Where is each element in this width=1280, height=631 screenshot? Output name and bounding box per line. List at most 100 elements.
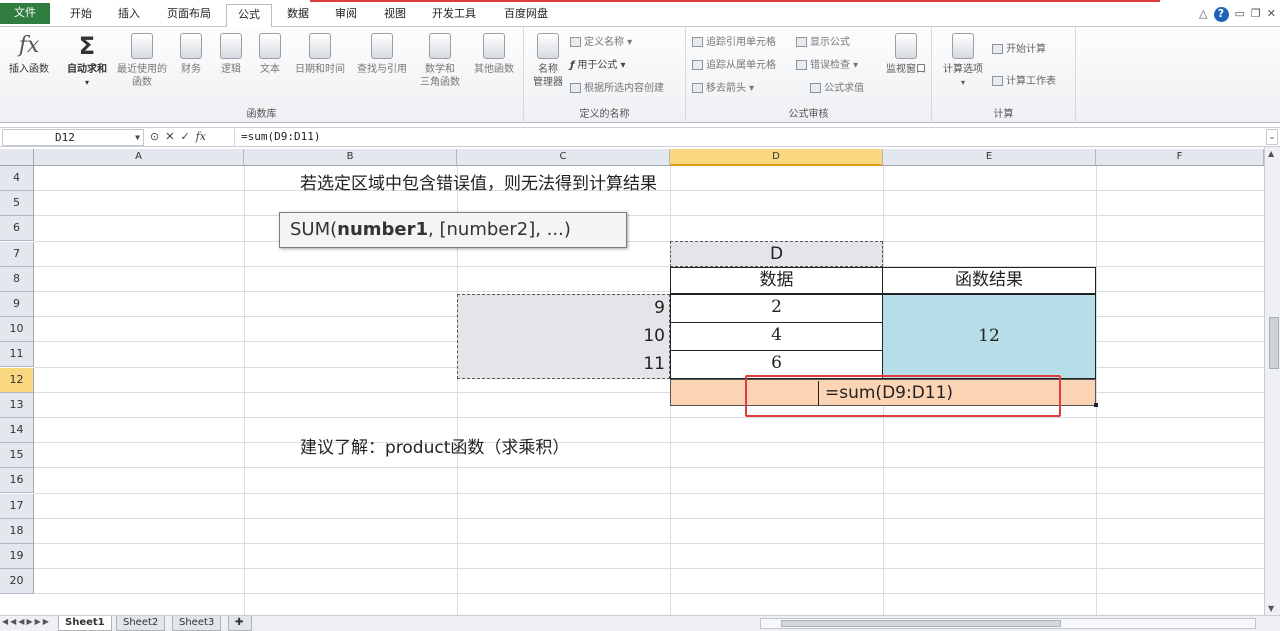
math-trig-button[interactable]: 数学和 三角函数 [414, 33, 466, 89]
cell-C9[interactable]: 9 [457, 296, 665, 321]
show-formulas-button[interactable]: 显示公式 [796, 36, 850, 50]
cell-E9-result[interactable]: 12 [882, 294, 1096, 379]
row-header-6[interactable]: 6 [0, 216, 34, 242]
cell-E8-result-header[interactable]: 函数结果 [882, 267, 1096, 294]
column-header-F[interactable]: F [1096, 149, 1264, 166]
row-header-14[interactable]: 14 [0, 418, 34, 443]
row-header-13[interactable]: 13 [0, 392, 34, 418]
use-in-formula-button[interactable]: ƒ 用于公式 ▾ [570, 59, 626, 73]
tab-formulas[interactable]: 公式 [226, 4, 272, 28]
row-header-9[interactable]: 9 [0, 292, 34, 317]
row-header-11[interactable]: 11 [0, 342, 34, 368]
row-header-8[interactable]: 8 [0, 266, 34, 292]
sheet-tab-1[interactable]: Sheet1 [58, 616, 112, 631]
calc-sheet-button[interactable]: 计算工作表 [992, 75, 1056, 89]
sheet-tab-2[interactable]: Sheet2 [116, 616, 166, 631]
text-button[interactable]: 文本 [254, 33, 286, 76]
row-header-18[interactable]: 18 [0, 518, 34, 544]
cell-C11[interactable]: 11 [457, 352, 665, 377]
column-header-D[interactable]: D [670, 149, 883, 166]
cell-D8-data-header[interactable]: 数据 [670, 267, 883, 294]
create-from-selection-button[interactable]: 根据所选内容创建 [570, 82, 664, 96]
select-all-button[interactable] [0, 149, 34, 166]
tab-view[interactable]: 视图 [372, 4, 418, 26]
row-header-12[interactable]: 12 [0, 367, 34, 393]
horizontal-scrollbar[interactable] [760, 618, 1256, 629]
vertical-scrollbar[interactable]: ▲ ▼ [1264, 147, 1280, 615]
autosum-button[interactable]: Σ 自动求和 ▾ [62, 33, 112, 89]
tab-review[interactable]: 审阅 [324, 4, 368, 26]
scroll-down-icon[interactable]: ▼ [1268, 604, 1274, 613]
row-header-19[interactable]: 19 [0, 544, 34, 569]
row-header-15[interactable]: 15 [0, 443, 34, 469]
name-box[interactable]: D12 ▼ [2, 129, 144, 146]
error-checking-button[interactable]: 错误检查 ▾ [796, 59, 858, 73]
cell-C10[interactable]: 10 [457, 324, 665, 349]
row-header-20[interactable]: 20 [0, 569, 34, 595]
collapse-ribbon-icon[interactable]: △ [1199, 7, 1207, 21]
sheet-nav-arrows-icon[interactable]: ◀◀◀▶▶▶ [2, 617, 51, 626]
row-header-4[interactable]: 4 [0, 166, 34, 191]
row-header-10[interactable]: 10 [0, 317, 34, 343]
logical-button[interactable]: 逻辑 [214, 33, 248, 76]
tab-data[interactable]: 数据 [276, 4, 320, 26]
row-header-5[interactable]: 5 [0, 191, 34, 217]
calc-now-button[interactable]: 开始计算 [992, 43, 1046, 57]
formula-input[interactable]: =sum(D9:D11) [234, 129, 1264, 146]
fill-handle[interactable] [1094, 403, 1098, 407]
close-icon[interactable]: ✕ [1267, 7, 1276, 21]
note-text: 若选定区域中包含错误值，则无法得到计算结果 [300, 174, 657, 194]
lookup-button[interactable]: 查找与引用 [352, 33, 412, 76]
tab-file[interactable]: 文件 [0, 3, 50, 24]
help-icon[interactable]: ? [1213, 6, 1229, 22]
worksheet-grid[interactable]: A B C D E F 若选定区域中包含错误值，则无法得到计算结果 SUM(nu… [0, 149, 1264, 615]
function-tooltip[interactable]: SUM(number1, [number2], ...) [279, 212, 627, 248]
cell-D7-header[interactable]: D [670, 241, 883, 267]
remove-arrows-button[interactable]: 移去箭头 ▾ [692, 82, 754, 96]
date-time-button[interactable]: 日期和时间 [290, 33, 350, 76]
column-header-B[interactable]: B [244, 149, 457, 166]
scroll-up-icon[interactable]: ▲ [1268, 149, 1274, 158]
column-header-C[interactable]: C [457, 149, 670, 166]
chevron-down-icon[interactable]: ▼ [135, 130, 140, 145]
gridline [34, 543, 1264, 544]
evaluate-formula-button[interactable]: 公式求值 [810, 82, 864, 96]
column-header-A[interactable]: A [34, 149, 244, 166]
insert-function-icon[interactable]: fx [196, 129, 206, 146]
name-manager-button[interactable]: 名称 管理器 [530, 33, 566, 89]
group-label-formula-auditing: 公式审核 [788, 109, 829, 120]
trace-precedents-button[interactable]: 追踪引用单元格 [692, 36, 776, 50]
new-sheet-icon[interactable]: ✚ [228, 616, 252, 631]
recently-used-button[interactable]: 最近使用的 函数 [112, 33, 172, 89]
group-function-library: fx 插入函数 Σ 自动求和 ▾ 最近使用的 函数 财务 逻辑 文本 日期和时间… [0, 27, 524, 123]
trace-dependents-button[interactable]: 追踪从属单元格 [692, 59, 776, 73]
watch-window-button[interactable]: 监视窗口 [882, 33, 930, 76]
calc-sheet-icon [992, 76, 1003, 86]
row-header-16[interactable]: 16 [0, 468, 34, 494]
calc-options-button[interactable]: 计算选项 ▾ [938, 33, 988, 89]
cancel-icon[interactable]: ✕ [165, 129, 174, 146]
column-header-E[interactable]: E [883, 149, 1096, 166]
create-from-selection-icon [570, 83, 581, 93]
tab-home[interactable]: 开始 [58, 4, 104, 26]
define-name-button[interactable]: 定义名称 ▾ [570, 36, 632, 50]
expand-formula-icon[interactable]: ⌄ [1266, 129, 1278, 145]
cell-D10[interactable]: 4 [670, 322, 883, 351]
hscroll-thumb[interactable] [781, 620, 1061, 627]
sheet-tab-3[interactable]: Sheet3 [172, 616, 222, 631]
tab-baidu-netdisk[interactable]: 百度网盘 [494, 4, 558, 26]
enter-icon[interactable]: ✓ [180, 129, 189, 146]
minimize-icon[interactable]: ▭ [1235, 7, 1245, 21]
insert-function-button[interactable]: fx 插入函数 [4, 33, 54, 76]
restore-icon[interactable]: ❐ [1251, 7, 1261, 21]
tab-insert[interactable]: 插入 [106, 4, 152, 26]
tab-page-layout[interactable]: 页面布局 [156, 4, 222, 26]
scroll-thumb[interactable] [1269, 317, 1279, 369]
row-header-7[interactable]: 7 [0, 241, 34, 267]
row-header-17[interactable]: 17 [0, 493, 34, 519]
cell-D9[interactable]: 2 [670, 294, 883, 323]
group-label-function-library: 函数库 [246, 109, 277, 120]
financial-button[interactable]: 财务 [176, 33, 206, 76]
tab-developer[interactable]: 开发工具 [422, 4, 486, 26]
more-functions-button[interactable]: 其他函数 [468, 33, 520, 76]
